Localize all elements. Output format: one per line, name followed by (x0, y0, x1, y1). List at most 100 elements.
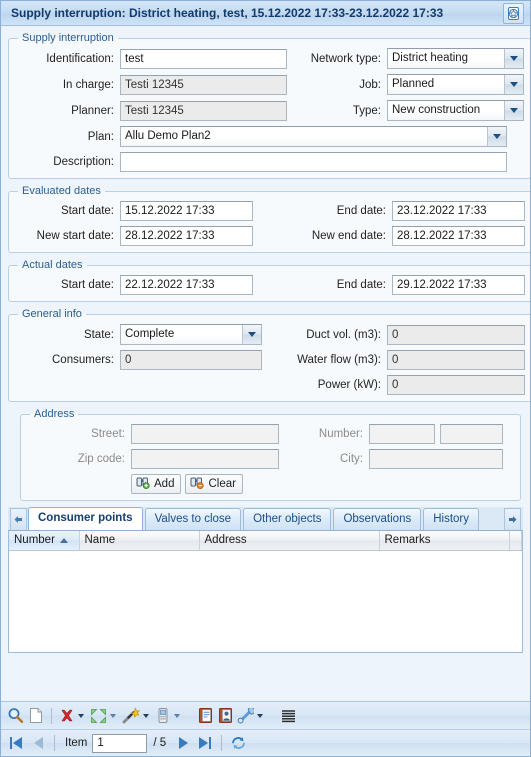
plan-value: Allu Demo Plan2 (125, 130, 211, 142)
collapse-arrows-icon (91, 708, 106, 723)
column-header-address[interactable]: Address (199, 531, 380, 551)
number-label: Number: (318, 428, 363, 440)
job-select[interactable]: Planned (387, 74, 524, 95)
actual-end-date-label: End date: (336, 279, 386, 291)
city-input[interactable] (369, 449, 503, 469)
street-input[interactable] (131, 424, 279, 444)
plan-select[interactable]: Allu Demo Plan2 (120, 126, 507, 147)
group-actual-dates-legend: Actual dates (22, 259, 83, 271)
clear-button[interactable]: Clear (185, 474, 243, 494)
search-button[interactable] (5, 705, 26, 727)
number-input[interactable] (369, 424, 435, 444)
actual-start-date-input[interactable]: 22.12.2022 17:33 (120, 275, 253, 295)
tab-scroll-right-button[interactable] (504, 508, 521, 530)
go-first-button[interactable] (5, 732, 27, 754)
tab-observations[interactable]: Observations (333, 508, 422, 530)
description-input[interactable] (120, 152, 507, 172)
chevron-down-icon[interactable] (242, 325, 261, 344)
duct-vol-input[interactable]: 0 (387, 324, 525, 345)
type-select[interactable]: New construction (387, 100, 524, 121)
notebook-button[interactable] (195, 705, 215, 727)
nav-separator (221, 735, 223, 751)
chevron-down-icon[interactable] (504, 101, 523, 120)
network-type-select[interactable]: District heating (387, 48, 524, 69)
network-type-label: Network type: (310, 52, 381, 65)
wrench-button[interactable] (235, 705, 256, 727)
identification-input[interactable]: test (120, 48, 287, 69)
star-badge-icon[interactable] (503, 2, 524, 24)
collapse-arrows-button[interactable] (88, 705, 109, 727)
new-document-button[interactable] (26, 705, 46, 727)
go-first-icon (10, 737, 22, 749)
column-header-remarks[interactable]: Remarks (379, 531, 510, 551)
go-next-icon (178, 737, 188, 749)
water-flow-input[interactable]: 0 (387, 350, 525, 370)
add-button[interactable]: Add (131, 474, 182, 494)
sort-ascending-icon (59, 537, 68, 543)
magic-wand-dropdown-caret-icon[interactable] (143, 713, 149, 718)
item-number-input[interactable]: 1 (92, 733, 148, 753)
number-extra-input[interactable] (440, 424, 503, 444)
state-select[interactable]: Complete (120, 324, 262, 345)
collapse-arrows-dropdown-caret-icon[interactable] (110, 713, 116, 718)
evaluated-new-end-date-input[interactable]: 28.12.2022 17:33 (392, 226, 525, 246)
tab-valves-to-close[interactable]: Valves to close (144, 508, 242, 530)
identification-label: Identification: (46, 52, 114, 65)
item-total-label: / 5 (153, 737, 167, 749)
actual-end-date-input[interactable]: 29.12.2022 17:33 (392, 275, 525, 295)
actual-start-date-label: Start date: (60, 279, 114, 291)
zip-code-input[interactable] (131, 449, 279, 469)
row-street-number: Street: Number: (27, 424, 514, 444)
go-previous-button[interactable] (27, 732, 49, 754)
delete-dropdown-caret-icon[interactable] (78, 713, 84, 718)
chevron-down-icon[interactable] (487, 127, 506, 146)
tab-consumer-points[interactable]: Consumer points (28, 507, 143, 530)
evaluated-new-start-date-label: New start date: (36, 230, 114, 242)
mobile-device-button[interactable] (153, 705, 173, 727)
power-input[interactable]: 0 (387, 375, 525, 395)
zip-code-label: Zip code: (77, 453, 125, 465)
row-consumers: Consumers: 0 Water flow (m3): 0 (15, 350, 525, 370)
consumer-points-table[interactable]: Number Name Address Remarks (8, 531, 523, 653)
column-header-name[interactable]: Name (79, 531, 200, 551)
tab-other-objects[interactable]: Other objects (243, 508, 332, 530)
plan-label: Plan: (87, 130, 114, 143)
magic-wand-button[interactable] (120, 705, 142, 727)
in-charge-input[interactable]: Testi 12345 (120, 74, 287, 95)
delete-button[interactable] (57, 705, 77, 727)
job-label: Job: (359, 78, 381, 91)
row-address-buttons: Add Clear (27, 474, 514, 494)
contact-card-button[interactable] (215, 705, 235, 727)
chevron-down-icon[interactable] (504, 49, 523, 68)
refresh-button[interactable] (227, 732, 250, 754)
group-address: Address Street: Number: Zip code: City: (20, 408, 521, 501)
nav-separator (54, 735, 55, 751)
state-label: State: (83, 328, 114, 341)
type-label: Type: (352, 104, 381, 117)
planner-input[interactable]: Testi 12345 (120, 100, 287, 121)
row-plan: Plan: Allu Demo Plan2 (15, 126, 524, 147)
evaluated-end-date-input[interactable]: 23.12.2022 17:33 (392, 201, 525, 221)
list-lines-button[interactable] (278, 705, 298, 727)
add-button-label: Add (154, 478, 175, 490)
page-title: Supply interruption: District heating, t… (11, 6, 444, 20)
group-general-info-legend: General info (22, 308, 82, 320)
chevron-down-icon[interactable] (504, 75, 523, 94)
consumers-input[interactable]: 0 (120, 350, 262, 370)
tab-scroll-left-button[interactable] (10, 508, 27, 530)
tab-history[interactable]: History (423, 508, 480, 530)
row-zip-city: Zip code: City: (27, 449, 514, 469)
go-next-button[interactable] (172, 732, 194, 754)
binoculars-add-icon (136, 476, 150, 492)
evaluated-start-date-input[interactable]: 15.12.2022 17:33 (120, 201, 253, 221)
go-previous-icon (33, 737, 43, 749)
group-general-info: General info State: Complete Duct vol. (… (8, 308, 530, 402)
mobile-device-dropdown-caret-icon[interactable] (174, 713, 180, 718)
arrow-left-icon (14, 516, 22, 523)
wrench-dropdown-caret-icon[interactable] (257, 713, 263, 718)
row-state: State: Complete Duct vol. (m3): 0 (15, 324, 525, 345)
column-header-number[interactable]: Number (9, 531, 80, 551)
evaluated-new-start-date-input[interactable]: 28.12.2022 17:33 (120, 226, 253, 246)
go-last-button[interactable] (194, 732, 216, 754)
evaluated-new-end-date-label: New end date: (311, 230, 386, 242)
